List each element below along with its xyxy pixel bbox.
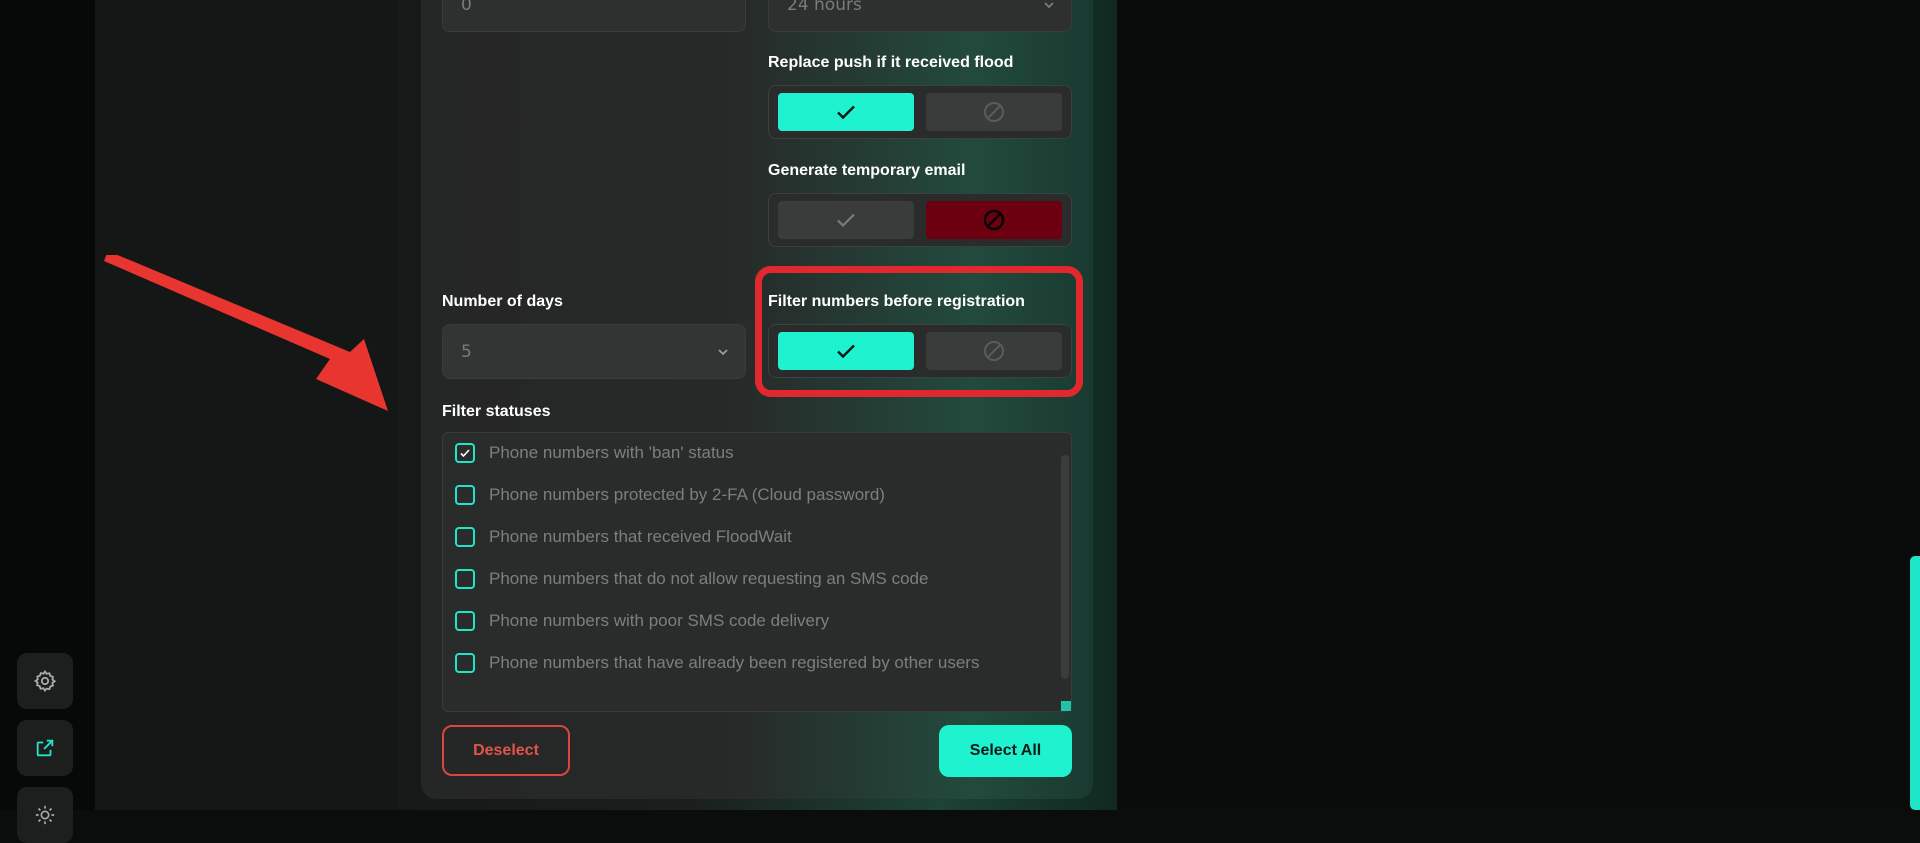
temp-email-disable-button[interactable] xyxy=(926,201,1062,239)
check-icon xyxy=(837,213,855,228)
annotation-arrow xyxy=(104,255,388,411)
external-link-icon xyxy=(36,739,54,757)
right-background xyxy=(1117,0,1920,810)
check-icon xyxy=(460,449,470,458)
settings-button[interactable] xyxy=(17,653,73,709)
hours-input[interactable]: 0 xyxy=(442,0,746,32)
days-select[interactable]: 5 xyxy=(442,324,746,379)
ban-icon xyxy=(983,209,1005,231)
temp-email-enable-button[interactable] xyxy=(778,201,914,239)
status-item-label: Phone numbers that received FloodWait xyxy=(489,527,792,546)
temp-email-label: Generate temporary email xyxy=(768,162,966,179)
replace-push-label: Replace push if it received flood xyxy=(768,54,1014,71)
checkbox[interactable] xyxy=(455,611,475,631)
highlight-box xyxy=(755,266,1083,397)
chevron-down-icon xyxy=(1044,1,1054,8)
list-item[interactable]: Phone numbers that received FloodWait xyxy=(455,525,792,549)
checkbox-checked[interactable] xyxy=(455,443,475,463)
list-item[interactable]: Phone numbers that have already been reg… xyxy=(455,651,979,675)
temp-email-toggle xyxy=(768,193,1072,247)
page-scrollbar-thumb[interactable] xyxy=(1910,556,1920,810)
page-scrollbar[interactable] xyxy=(1910,0,1920,810)
status-item-label: Phone numbers protected by 2-FA (Cloud p… xyxy=(489,485,885,504)
checkbox[interactable] xyxy=(455,653,475,673)
status-item-label: Phone numbers with 'ban' status xyxy=(489,443,734,462)
list-scrollbar[interactable] xyxy=(1061,455,1069,679)
resize-handle[interactable] xyxy=(1061,701,1071,711)
status-item-label: Phone numbers with poor SMS code deliver… xyxy=(489,611,830,630)
checkbox[interactable] xyxy=(455,569,475,589)
duration-select-value: 24 hours xyxy=(787,0,862,15)
hours-input-value: 0 xyxy=(461,0,472,15)
ban-icon xyxy=(984,102,1004,122)
theme-button[interactable] xyxy=(17,787,73,843)
check-icon xyxy=(837,105,855,120)
duration-select[interactable]: 24 hours xyxy=(768,0,1072,32)
external-link-button[interactable] xyxy=(17,720,73,776)
sun-icon xyxy=(35,805,55,825)
checkbox[interactable] xyxy=(455,527,475,547)
filter-statuses-list[interactable]: Phone numbers with 'ban' status Phone nu… xyxy=(442,432,1072,712)
status-item-label: Phone numbers that have already been reg… xyxy=(489,653,980,672)
replace-push-enable-button[interactable] xyxy=(778,93,914,131)
list-item[interactable]: Phone numbers with poor SMS code deliver… xyxy=(455,609,829,633)
chevron-down-icon xyxy=(718,348,728,355)
filter-statuses-label: Filter statuses xyxy=(442,403,551,420)
replace-push-toggle xyxy=(768,85,1072,139)
status-item-label: Phone numbers that do not allow requesti… xyxy=(489,569,929,588)
checkbox[interactable] xyxy=(455,485,475,505)
replace-push-disable-button[interactable] xyxy=(926,93,1062,131)
left-rail xyxy=(0,0,95,843)
gear-icon xyxy=(33,669,57,692)
deselect-button[interactable]: Deselect xyxy=(442,725,570,776)
select-all-button[interactable]: Select All xyxy=(939,725,1072,777)
days-label: Number of days xyxy=(442,293,563,310)
days-select-value: 5 xyxy=(461,341,472,362)
list-item[interactable]: Phone numbers that do not allow requesti… xyxy=(455,567,928,591)
list-item[interactable]: Phone numbers with 'ban' status xyxy=(455,441,734,465)
list-item[interactable]: Phone numbers protected by 2-FA (Cloud p… xyxy=(455,483,885,507)
